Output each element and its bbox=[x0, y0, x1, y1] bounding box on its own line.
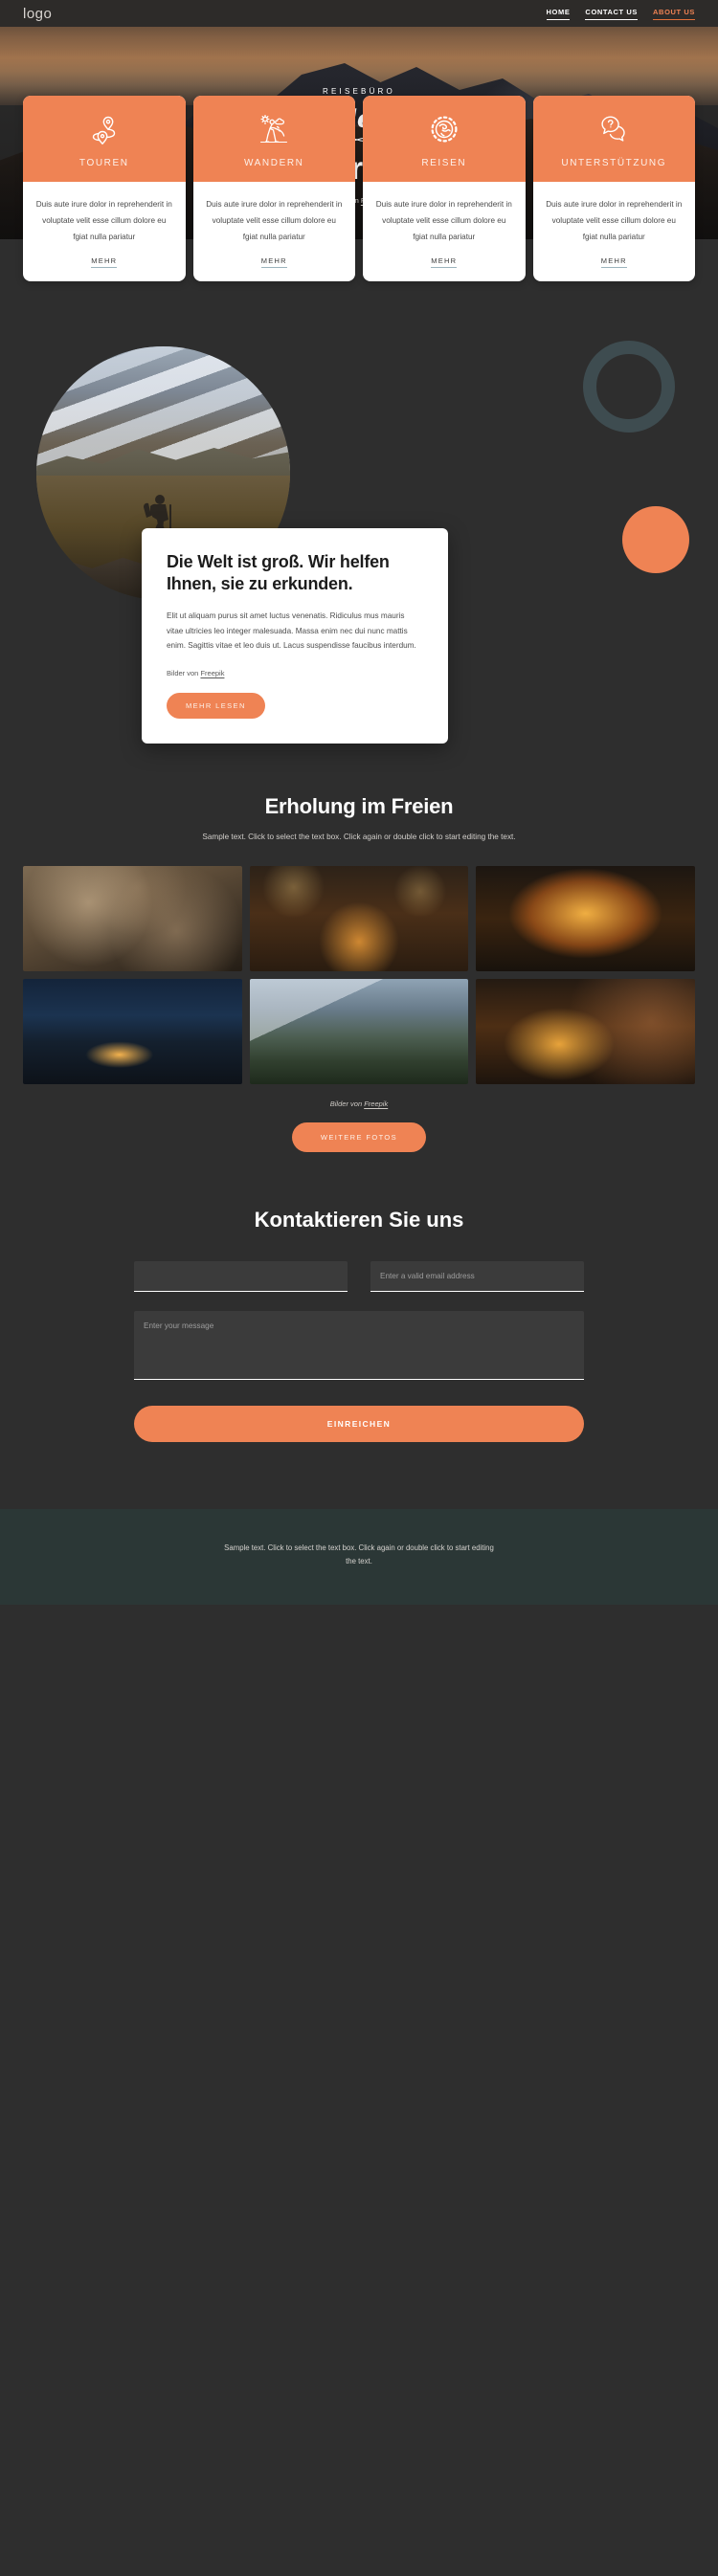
feature-card-reisen[interactable]: REISEN Duis aute irure dolor in reprehen… bbox=[363, 96, 526, 282]
gallery-subtitle: Sample text. Click to select the text bo… bbox=[202, 833, 516, 842]
feature-card-header: WANDERN bbox=[192, 96, 355, 182]
site-header: logo HOME CONTACT US ABOUT US bbox=[0, 0, 718, 27]
feature-card-text: Duis aute irure dolor in reprehenderit i… bbox=[375, 200, 512, 241]
page-root: logo HOME CONTACT US ABOUT US REISEBÜRO … bbox=[0, 0, 718, 1605]
feature-card-header: TOUREN bbox=[23, 96, 186, 182]
feature-card-header: REISEN bbox=[363, 96, 526, 182]
feature-card-title: TOUREN bbox=[79, 158, 129, 168]
feature-card-title: WANDERN bbox=[244, 158, 304, 168]
gallery-image-2[interactable] bbox=[249, 865, 469, 971]
nav-item-home[interactable]: HOME bbox=[546, 8, 571, 20]
feature-cards-section: TOUREN Duis aute irure dolor in reprehen… bbox=[0, 96, 718, 320]
name-input[interactable] bbox=[134, 1260, 348, 1292]
chat-question-icon bbox=[597, 113, 630, 145]
more-photos-button[interactable]: WEITERE FOTOS bbox=[291, 1121, 427, 1152]
contact-section: Kontaktieren Sie uns EINREICHEN bbox=[0, 1152, 718, 1509]
feature-card-body: Duis aute irure dolor in reprehenderit i… bbox=[363, 182, 526, 281]
gallery-grid bbox=[23, 865, 695, 1084]
gallery-image-6[interactable] bbox=[476, 978, 695, 1084]
feature-card-more-link[interactable]: MEHR bbox=[600, 256, 627, 269]
feature-card-header: UNTERSTÜTZUNG bbox=[532, 96, 695, 182]
contact-title: Kontaktieren Sie uns bbox=[254, 1207, 464, 1232]
feature-card-unterstuetzung[interactable]: UNTERSTÜTZUNG Duis aute irure dolor in r… bbox=[532, 96, 696, 282]
feature-card-more-link[interactable]: MEHR bbox=[260, 256, 287, 269]
feature-card-body: Duis aute irure dolor in reprehenderit i… bbox=[193, 182, 356, 281]
feature-card-body: Duis aute irure dolor in reprehenderit i… bbox=[23, 182, 186, 281]
feature-card-more-link[interactable]: MEHR bbox=[431, 256, 458, 269]
read-more-button[interactable]: MEHR LESEN bbox=[167, 693, 265, 720]
globe-icon bbox=[428, 113, 460, 145]
decor-ring-shape bbox=[583, 341, 675, 433]
about-image-credit: Bilder von Freepik bbox=[167, 669, 423, 677]
gallery-image-credit: Bilder von Freepik bbox=[23, 1099, 695, 1108]
message-textarea[interactable] bbox=[134, 1310, 584, 1380]
about-text: Elit ut aliquam purus sit amet luctus ve… bbox=[167, 611, 416, 651]
logo[interactable]: logo bbox=[23, 6, 52, 22]
feature-card-wandern[interactable]: WANDERN Duis aute irure dolor in reprehe… bbox=[192, 96, 356, 282]
about-credit-prefix: Bilder von bbox=[167, 669, 201, 678]
gallery-credit-link[interactable]: Freepik bbox=[364, 1099, 388, 1108]
gallery-credit-prefix: Bilder von bbox=[329, 1099, 365, 1108]
map-pins-icon bbox=[88, 113, 121, 145]
main-navigation: HOME CONTACT US ABOUT US bbox=[546, 8, 695, 20]
feature-card-touren[interactable]: TOUREN Duis aute irure dolor in reprehen… bbox=[23, 96, 186, 282]
contact-form-row bbox=[134, 1260, 584, 1292]
submit-button[interactable]: EINREICHEN bbox=[134, 1405, 584, 1442]
feature-card-text: Duis aute irure dolor in reprehenderit i… bbox=[35, 200, 172, 241]
footer-text: Sample text. Click to select the text bo… bbox=[224, 1543, 494, 1566]
feature-card-title: REISEN bbox=[421, 158, 467, 168]
site-footer: Sample text. Click to select the text bo… bbox=[0, 1508, 718, 1605]
gallery-image-3[interactable] bbox=[476, 865, 695, 971]
feature-card-text: Duis aute irure dolor in reprehenderit i… bbox=[546, 200, 683, 241]
nav-item-contact-us[interactable]: CONTACT US bbox=[585, 8, 639, 20]
about-credit-link[interactable]: Freepik bbox=[200, 669, 224, 677]
about-title: Die Welt ist groß. Wir helfen Ihnen, sie… bbox=[167, 552, 390, 594]
hero-eyebrow: REISEBÜRO bbox=[323, 86, 395, 96]
gallery-image-4[interactable] bbox=[23, 978, 242, 1084]
about-section: Die Welt ist groß. Wir helfen Ihnen, sie… bbox=[0, 320, 718, 769]
contact-form: EINREICHEN bbox=[134, 1260, 584, 1442]
gallery-image-5[interactable] bbox=[249, 978, 469, 1084]
gallery-image-1[interactable] bbox=[23, 865, 242, 971]
gallery-title: Erholung im Freien bbox=[264, 794, 454, 819]
feature-cards-row: TOUREN Duis aute irure dolor in reprehen… bbox=[23, 96, 696, 282]
feature-card-body: Duis aute irure dolor in reprehenderit i… bbox=[533, 182, 696, 281]
feature-card-more-link[interactable]: MEHR bbox=[91, 256, 118, 269]
decor-circle-shape bbox=[622, 506, 689, 574]
feature-card-text: Duis aute irure dolor in reprehenderit i… bbox=[206, 200, 343, 241]
feature-card-title: UNTERSTÜTZUNG bbox=[561, 158, 667, 168]
nav-item-about-us[interactable]: ABOUT US bbox=[653, 8, 695, 20]
email-input[interactable] bbox=[370, 1260, 584, 1292]
about-text-card: Die Welt ist groß. Wir helfen Ihnen, sie… bbox=[142, 528, 448, 744]
hiker-icon bbox=[258, 113, 290, 145]
gallery-section: Erholung im Freien Sample text. Click to… bbox=[0, 769, 718, 1152]
photo-snow-layer bbox=[36, 346, 290, 472]
